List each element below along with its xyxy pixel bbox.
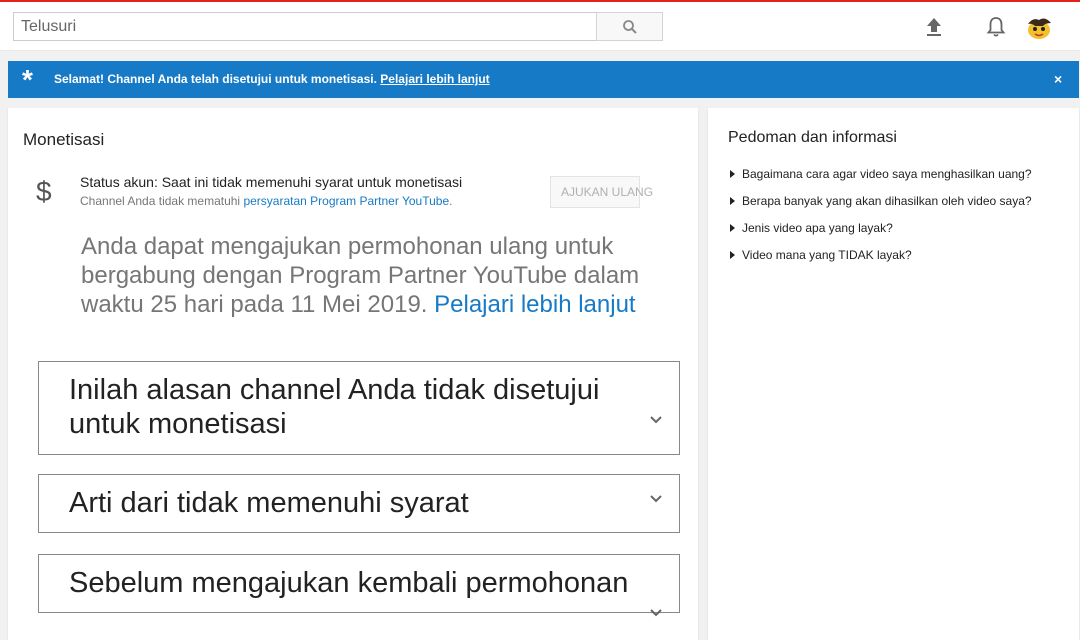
chevron-down-icon (650, 416, 662, 424)
section-before-reapplying[interactable]: Sebelum mengajukan kembali permohonan (38, 554, 680, 617)
guideline-link-label: Video mana yang TIDAK layak? (742, 248, 912, 262)
guideline-link-not-eligible[interactable]: Video mana yang TIDAK layak? (730, 248, 912, 262)
guideline-link-label: Bagaimana cara agar video saya menghasil… (742, 167, 1032, 181)
section-title: Sebelum mengajukan kembali permohonan (69, 567, 629, 599)
dollar-icon: $ (36, 176, 52, 207)
triangle-right-icon (730, 251, 735, 259)
upload-icon (927, 18, 941, 36)
guideline-link-eligible-types[interactable]: Jenis video apa yang layak? (730, 221, 893, 235)
triangle-right-icon (730, 170, 735, 178)
monetization-panel: Monetisasi $ Status akun: Saat ini tidak… (8, 108, 698, 640)
page-title: Monetisasi (23, 130, 105, 149)
search-input[interactable] (13, 12, 597, 41)
avatar[interactable] (1025, 14, 1053, 42)
section-not-approved-reason[interactable]: Inilah alasan channel Anda tidak disetuj… (38, 361, 680, 455)
triangle-right-icon (730, 224, 735, 232)
close-icon[interactable]: × (1054, 71, 1062, 87)
guideline-link-how-much[interactable]: Berapa banyak yang akan dihasilkan oleh … (730, 194, 1032, 208)
reapply-info: Anda dapat mengajukan permohonan ulang u… (81, 232, 681, 319)
chevron-down-icon (650, 609, 662, 617)
section-ineligible-meaning[interactable]: Arti dari tidak memenuhi syarat (38, 474, 680, 533)
guideline-link-earn-money[interactable]: Bagaimana cara agar video saya menghasil… (730, 167, 1032, 181)
banner-learn-more-link[interactable]: Pelajari lebih lanjut (380, 72, 489, 86)
avatar-image (1025, 14, 1053, 42)
notifications-button[interactable] (984, 15, 1008, 39)
banner-text: Selamat! Channel Anda telah disetujui un… (54, 72, 490, 86)
banner-message: Selamat! Channel Anda telah disetujui un… (54, 72, 377, 86)
section-title: Inilah alasan channel Anda tidak disetuj… (69, 373, 599, 441)
account-status: Status akun: Saat ini tidak memenuhi sya… (80, 174, 463, 190)
section-title-line1: Inilah alasan channel Anda tidak disetuj… (69, 374, 600, 406)
guideline-link-label: Jenis video apa yang layak? (742, 221, 893, 235)
account-status-detail: Channel Anda tidak mematuhi persyaratan … (80, 194, 452, 208)
star-icon: * (22, 64, 33, 95)
status-detail-suffix: . (449, 194, 453, 208)
triangle-right-icon (730, 197, 735, 205)
section-title-line2: untuk monetisasi (69, 408, 287, 440)
guidelines-title: Pedoman dan informasi (728, 129, 897, 146)
bell-icon (986, 17, 1006, 37)
ypp-requirements-link[interactable]: persyaratan Program Partner YouTube (243, 194, 449, 208)
status-detail-prefix: Channel Anda tidak mematuhi (80, 194, 244, 208)
chevron-down-icon (650, 495, 662, 503)
masthead (0, 0, 1080, 51)
guidelines-panel: Pedoman dan informasi Bagaimana cara aga… (708, 108, 1079, 640)
guideline-link-label: Berapa banyak yang akan dihasilkan oleh … (742, 194, 1032, 208)
search-button[interactable] (596, 12, 663, 41)
upload-button[interactable] (922, 15, 946, 39)
search-icon (622, 19, 637, 34)
reapply-learn-more-link[interactable]: Pelajari lebih lanjut (434, 291, 635, 318)
section-title: Arti dari tidak memenuhi syarat (69, 487, 469, 519)
approval-banner: * Selamat! Channel Anda telah disetujui … (8, 61, 1079, 98)
reapply-button[interactable]: AJUKAN ULANG (550, 176, 653, 208)
